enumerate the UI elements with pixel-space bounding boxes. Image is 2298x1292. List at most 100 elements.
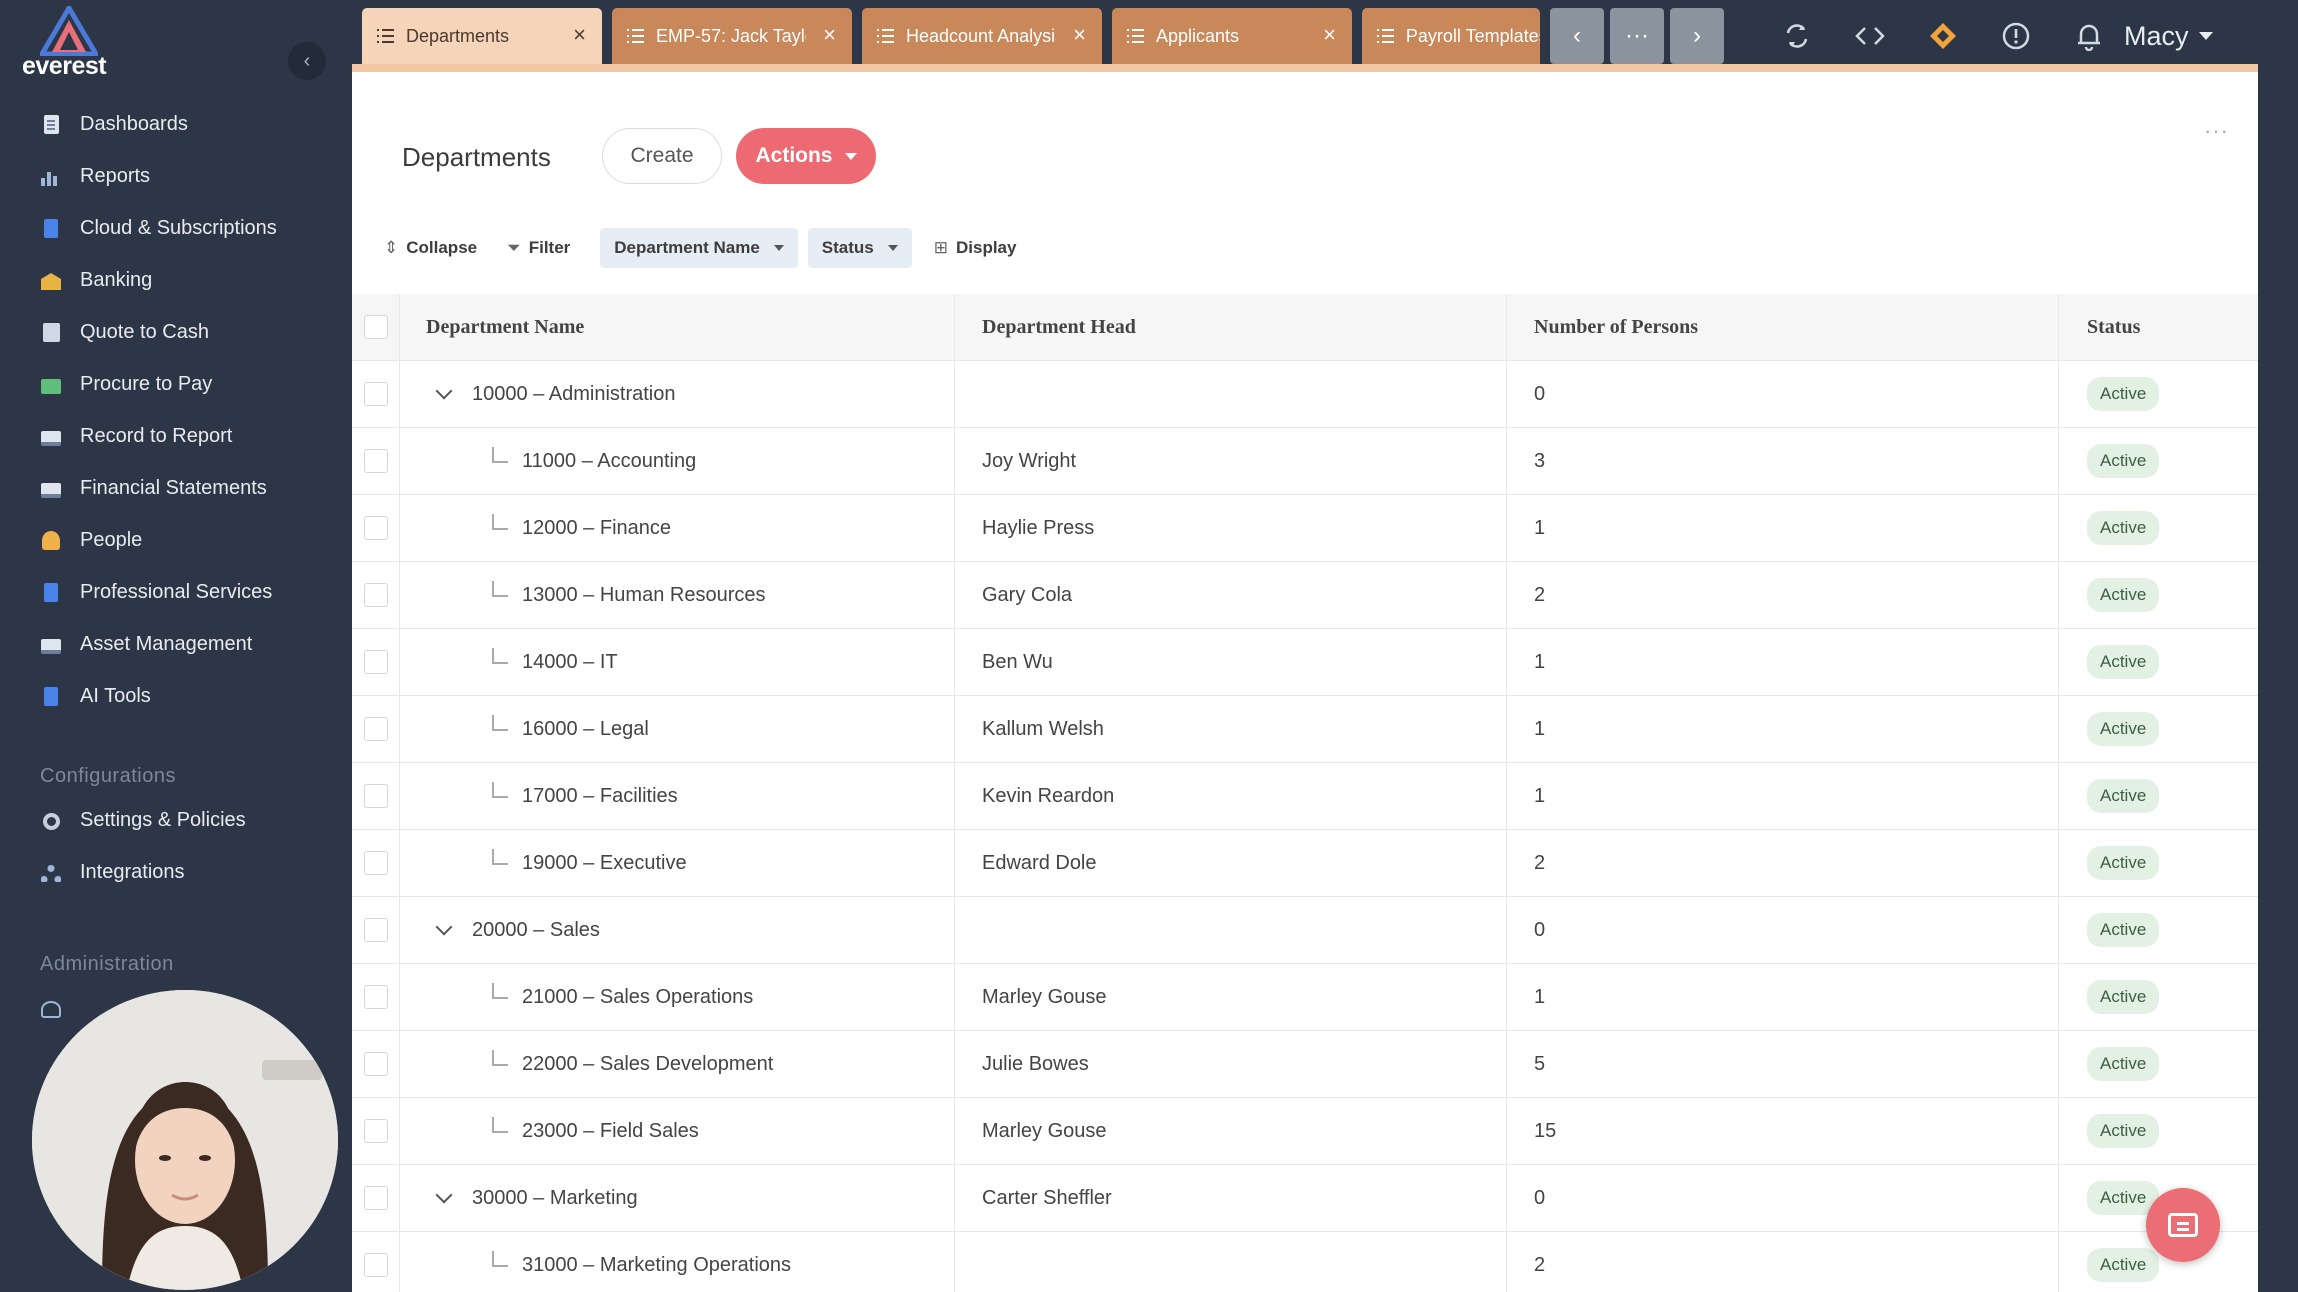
sidebar-item-procure-to-pay[interactable]: Procure to Pay: [0, 358, 352, 410]
chevron-down-icon[interactable]: [435, 918, 453, 936]
column-header-number-of-persons[interactable]: Number of Persons: [1507, 294, 2059, 360]
chevron-down-icon[interactable]: [435, 1186, 453, 1204]
sidebar-item-banking[interactable]: Banking: [0, 254, 352, 306]
table-row[interactable]: 19000 – Executive Edward Dole 2 Active: [352, 830, 2258, 897]
select-all-checkbox[interactable]: [363, 315, 388, 339]
table-row[interactable]: 22000 – Sales Development Julie Bowes 5 Act…: [352, 1031, 2258, 1098]
sidebar-item-cloud-subscriptions[interactable]: Cloud & Subscriptions: [0, 202, 352, 254]
close-icon[interactable]: ×: [573, 22, 586, 48]
department-name-cell[interactable]: 19000 – Executive: [400, 830, 955, 896]
tab-overflow-button[interactable]: ···: [1610, 8, 1664, 64]
table-row[interactable]: 11000 – Accounting Joy Wright 3 Active: [352, 428, 2258, 495]
department-name-cell[interactable]: 12000 – Finance: [400, 495, 955, 561]
row-checkbox[interactable]: [363, 1253, 388, 1277]
department-name-cell[interactable]: 20000 – Sales: [400, 897, 955, 963]
row-checkbox[interactable]: [363, 717, 388, 741]
table-row[interactable]: 10000 – Administration 0 Active: [352, 361, 2258, 428]
tab-next-button[interactable]: ›: [1670, 8, 1724, 64]
row-checkbox[interactable]: [363, 918, 388, 942]
user-menu[interactable]: Macy: [2124, 8, 2213, 64]
chat-support-button[interactable]: [2146, 1188, 2220, 1262]
sidebar-item-professional-services[interactable]: Professional Services: [0, 566, 352, 618]
row-checkbox[interactable]: [363, 985, 388, 1009]
alert-icon[interactable]: [1979, 21, 2052, 51]
sidebar-item-settings-policies[interactable]: Settings & Policies: [0, 794, 352, 846]
row-checkbox[interactable]: [363, 784, 388, 808]
table-row[interactable]: 17000 – Facilities Kevin Reardon 1 Active: [352, 763, 2258, 830]
column-header-department-name[interactable]: Department Name: [400, 294, 955, 360]
department-name-cell[interactable]: 14000 – IT: [400, 629, 955, 695]
sidebar-item-dashboards[interactable]: Dashboards: [0, 98, 352, 150]
tab-emp-57[interactable]: EMP-57: Jack Taylor ×: [612, 8, 852, 64]
number-of-persons-cell: 5: [1507, 1031, 2059, 1097]
table-row[interactable]: 14000 – IT Ben Wu 1 Active: [352, 629, 2258, 696]
sidebar-item-record-to-report[interactable]: Record to Report: [0, 410, 352, 462]
sidebar-item-integrations[interactable]: Integrations: [0, 846, 352, 898]
tab-departments[interactable]: Departments ×: [362, 8, 602, 64]
sidebar-item-quote-to-cash[interactable]: Quote to Cash: [0, 306, 352, 358]
department-name-cell[interactable]: 31000 – Marketing Operations: [400, 1232, 955, 1292]
tab-payroll-templates[interactable]: Payroll Templates: [1362, 8, 1540, 64]
collapse-sidebar-button[interactable]: ‹: [288, 42, 326, 80]
table-row[interactable]: 16000 – Legal Kallum Welsh 1 Active: [352, 696, 2258, 763]
display-button[interactable]: ⊞ Display: [934, 238, 1017, 258]
tab-headcount-analysis[interactable]: Headcount Analysis ×: [862, 8, 1102, 64]
close-icon[interactable]: ×: [823, 22, 836, 48]
table-row[interactable]: 21000 – Sales Operations Marley Gouse 1 Act…: [352, 964, 2258, 1031]
actions-button[interactable]: Actions: [736, 128, 876, 184]
row-checkbox[interactable]: [363, 1052, 388, 1076]
table-row[interactable]: 20000 – Sales 0 Active: [352, 897, 2258, 964]
department-name-cell[interactable]: 10000 – Administration: [400, 361, 955, 427]
sidebar-item-financial-statements[interactable]: Financial Statements: [0, 462, 352, 514]
sync-icon[interactable]: [1760, 21, 1833, 51]
sidebar-item-people[interactable]: People: [0, 514, 352, 566]
status-badge: Active: [2087, 511, 2160, 545]
department-name-cell[interactable]: 22000 – Sales Development: [400, 1031, 955, 1097]
department-name-cell[interactable]: 21000 – Sales Operations: [400, 964, 955, 1030]
diamond-icon[interactable]: [1906, 21, 1979, 51]
code-icon[interactable]: [1833, 21, 1906, 51]
table-row[interactable]: 30000 – Marketing Carter Sheffler 0 Active: [352, 1165, 2258, 1232]
row-checkbox[interactable]: [363, 382, 388, 406]
status-filter-chip[interactable]: Status: [807, 228, 912, 268]
department-head-cell: Marley Gouse: [955, 964, 1507, 1030]
sidebar-item-reports[interactable]: Reports: [0, 150, 352, 202]
department-name-cell[interactable]: 30000 – Marketing: [400, 1165, 955, 1231]
close-icon[interactable]: ×: [1073, 22, 1086, 48]
column-header-status[interactable]: Status: [2059, 294, 2258, 360]
department-name-cell[interactable]: 11000 – Accounting: [400, 428, 955, 494]
department-name-cell[interactable]: 13000 – Human Resources: [400, 562, 955, 628]
filter-button[interactable]: ⏷ Filter: [507, 238, 570, 258]
department-name-cell[interactable]: 23000 – Field Sales: [400, 1098, 955, 1164]
row-checkbox[interactable]: [363, 1119, 388, 1143]
status-cell: Active: [2059, 361, 2258, 427]
row-checkbox[interactable]: [363, 583, 388, 607]
row-checkbox[interactable]: [363, 1186, 388, 1210]
close-icon[interactable]: ×: [1323, 22, 1336, 48]
table-row[interactable]: 13000 – Human Resources Gary Cola 2 Active: [352, 562, 2258, 629]
tab-applicants[interactable]: Applicants ×: [1112, 8, 1352, 64]
table-row[interactable]: 31000 – Marketing Operations 2 Active: [352, 1232, 2258, 1292]
table-row[interactable]: 12000 – Finance Haylie Press 1 Active: [352, 495, 2258, 562]
tree-branch-icon: [492, 983, 508, 999]
row-checkbox[interactable]: [363, 650, 388, 674]
create-button[interactable]: Create: [602, 128, 722, 184]
bell-icon[interactable]: [2052, 21, 2125, 51]
sidebar-item-label: Record to Report: [80, 424, 233, 447]
more-options-icon[interactable]: ···: [2204, 118, 2229, 144]
row-checkbox[interactable]: [363, 449, 388, 473]
collapse-button[interactable]: ⇕ Collapse: [384, 238, 477, 258]
chevron-down-icon[interactable]: [435, 382, 453, 400]
table-row[interactable]: 23000 – Field Sales Marley Gouse 15 Active: [352, 1098, 2258, 1165]
sidebar-item-ai-tools[interactable]: AI Tools: [0, 670, 352, 722]
column-header-department-head[interactable]: Department Head: [955, 294, 1507, 360]
department-name: 12000 – Finance: [522, 516, 672, 539]
row-checkbox[interactable]: [363, 851, 388, 875]
department-name-cell[interactable]: 17000 – Facilities: [400, 763, 955, 829]
row-checkbox[interactable]: [363, 516, 388, 540]
tab-prev-button[interactable]: ‹: [1550, 8, 1604, 64]
sidebar-item-asset-management[interactable]: Asset Management: [0, 618, 352, 670]
department-name-filter-chip[interactable]: Department Name: [600, 228, 798, 268]
department-name-cell[interactable]: 16000 – Legal: [400, 696, 955, 762]
everest-logo[interactable]: everest: [22, 6, 122, 80]
